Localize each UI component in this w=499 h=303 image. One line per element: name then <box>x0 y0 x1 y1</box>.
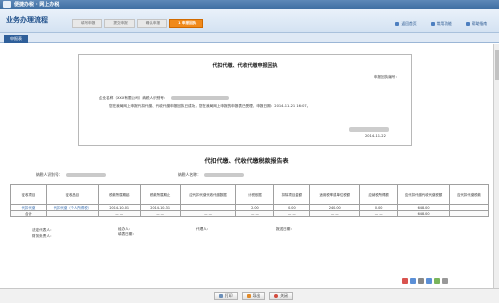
column-header: 扣除项目金额 <box>273 184 311 205</box>
column-header: 应代扣代缴代收代缴税额 <box>397 184 451 205</box>
process-title: 业务办理流程 <box>6 16 48 24</box>
table-cell: — — <box>179 210 237 217</box>
close-button[interactable]: 关闭 <box>269 292 293 300</box>
help-link-label: 帮助指南 <box>471 21 487 26</box>
table-cell[interactable]: 代扣代缴（个人所得税） <box>45 204 99 211</box>
receipt-line-1-text: 企业名称（XXX有限公司）纳税人识别号： <box>99 96 168 100</box>
receipt-number-label: 申报回执编号： <box>373 75 399 79</box>
punctuation-icon[interactable] <box>418 278 424 284</box>
status-tray <box>402 278 448 284</box>
taxpayer-name-label: 纳税人名称： <box>178 172 201 177</box>
column-header: 应代扣代缴税款 <box>449 184 489 205</box>
table-cell: — — <box>273 210 311 217</box>
redacted-block <box>170 96 229 100</box>
prepare-date-label: 填表日期： <box>118 232 136 236</box>
receipt-panel: 代扣代缴、代收代缴申报回执 申报回执编号： 企业名称（XXX有限公司）纳税人识别… <box>78 54 412 146</box>
column-header: 税款所属期起 <box>97 184 141 205</box>
common-functions-label: 常用功能 <box>436 21 452 26</box>
skin-icon[interactable] <box>434 278 440 284</box>
report-title: 代扣代缴、代收代缴税款报告表 <box>204 158 289 165</box>
main-content: 代扣代缴、代收代缴申报回执 申报回执编号： 企业名称（XXX有限公司）纳税人识别… <box>0 44 493 288</box>
bottom-buttons: 打印 导出 关闭 <box>214 292 293 300</box>
redacted-taxpayer-id <box>65 173 106 177</box>
agent-block: 代理人： <box>196 227 210 232</box>
table-cell <box>45 210 99 217</box>
table-cell: — — <box>309 210 361 217</box>
column-header: 征收品目 <box>45 184 99 205</box>
step-confirm[interactable]: 确认申报 <box>136 19 168 28</box>
tax-report-table: 征收项目 征收品目 税款所属期起 税款所属期止 应代扣代缴代收代缴数据 计税依据… <box>10 184 489 217</box>
home-icon <box>395 22 400 26</box>
close-icon <box>274 294 279 298</box>
column-header: 征收项目 <box>10 184 47 205</box>
export-button-label: 导出 <box>252 293 261 298</box>
table-cell: — — <box>97 210 141 217</box>
language-icon[interactable] <box>410 278 416 284</box>
receipt-line-1: 企业名称（XXX有限公司）纳税人识别号： <box>99 96 229 101</box>
print-button-label: 打印 <box>225 293 233 298</box>
process-bar: 业务办理流程 填写申报 提交申报 确认申报 1 申报回执 返回首页 常用功能 帮… <box>0 9 499 33</box>
scrollbar-thumb[interactable] <box>495 50 499 80</box>
column-header: 应纳税所得额 <box>359 184 399 205</box>
column-header: 适用税率或单位税额 <box>309 184 361 205</box>
column-header: 计税依据 <box>235 184 275 205</box>
ime-icon[interactable] <box>402 278 408 284</box>
app-window: 便捷办税 · 网上办税 业务办理流程 填写申报 提交申报 确认申报 1 申报回执… <box>0 0 499 303</box>
export-button[interactable]: 导出 <box>241 292 266 300</box>
step-submit[interactable]: 提交申报 <box>104 19 135 28</box>
window-title: 便捷办税 · 网上办税 <box>14 2 60 8</box>
help-icon <box>465 22 470 26</box>
keyboard-icon[interactable] <box>426 278 432 284</box>
table-cell: 合计 <box>10 210 47 217</box>
vertical-scrollbar[interactable] <box>493 44 499 288</box>
export-icon <box>246 294 251 298</box>
printer-icon <box>219 294 223 298</box>
table-cell: — — <box>139 210 181 217</box>
signature-block-left: 法定代表人： 财务负责人： <box>32 227 54 239</box>
app-logo-icon <box>3 1 11 8</box>
help-link[interactable]: 帮助指南 <box>465 21 487 27</box>
table-cell: 648.00 <box>397 210 451 217</box>
home-link-label: 返回首页 <box>401 21 417 26</box>
redacted-signature <box>349 127 389 132</box>
star-icon <box>430 22 435 26</box>
report-date-block: 报送日期： <box>276 227 294 232</box>
table-cell: — — <box>235 210 275 217</box>
redacted-taxpayer-name <box>204 173 244 177</box>
agent-label: 代理人： <box>196 227 211 231</box>
step-fill[interactable]: 填写申报 <box>72 19 103 28</box>
step-receipt[interactable]: 1 申报回执 <box>169 19 204 28</box>
table-cell <box>449 210 489 217</box>
common-functions-link[interactable]: 常用功能 <box>430 21 452 27</box>
close-button-label: 关闭 <box>280 293 288 298</box>
table-cell: — — <box>359 210 399 217</box>
handler-block: 经办人： 填表日期： <box>118 227 136 237</box>
column-header: 应代扣代缴代收代缴数据 <box>179 184 237 205</box>
bottom-bar: 打印 导出 关闭 <box>0 288 499 303</box>
column-header: 税款所属期止 <box>139 184 181 205</box>
home-link[interactable]: 返回首页 <box>395 21 417 27</box>
receipt-title: 代扣代缴、代收代缴申报回执 <box>212 63 278 69</box>
settings-icon[interactable] <box>442 278 448 284</box>
tab-declaration-form[interactable]: 申报表 <box>4 35 28 43</box>
receipt-line-2: 您在我局网上申报代扣代缴、代收代缴申报回执已成功，您在我局网上申报的申报表已受理… <box>109 104 311 108</box>
taxpayer-id: 纳税人识别号： <box>36 172 106 178</box>
top-links: 返回首页 常用功能 帮助指南 <box>395 21 487 27</box>
print-button[interactable]: 打印 <box>214 292 238 300</box>
process-steps: 填写申报 提交申报 确认申报 1 申报回执 <box>72 19 205 28</box>
financial-manager-label: 财务负责人： <box>32 234 54 238</box>
tab-bar: 申报表 <box>0 33 499 43</box>
table-header-row: 征收项目 征收品目 税款所属期起 税款所属期止 应代扣代缴代收代缴数据 计税依据… <box>10 184 489 205</box>
title-bar: 便捷办税 · 网上办税 <box>0 0 499 9</box>
report-date-label: 报送日期： <box>276 227 294 231</box>
receipt-date: 2014-11-22 <box>365 134 386 138</box>
table-total-row: 合计 — — — — — — — — — — — — — — 648.00 <box>10 210 489 217</box>
taxpayer-name: 纳税人名称： <box>178 172 244 178</box>
taxpayer-id-label: 纳税人识别号： <box>36 172 63 177</box>
